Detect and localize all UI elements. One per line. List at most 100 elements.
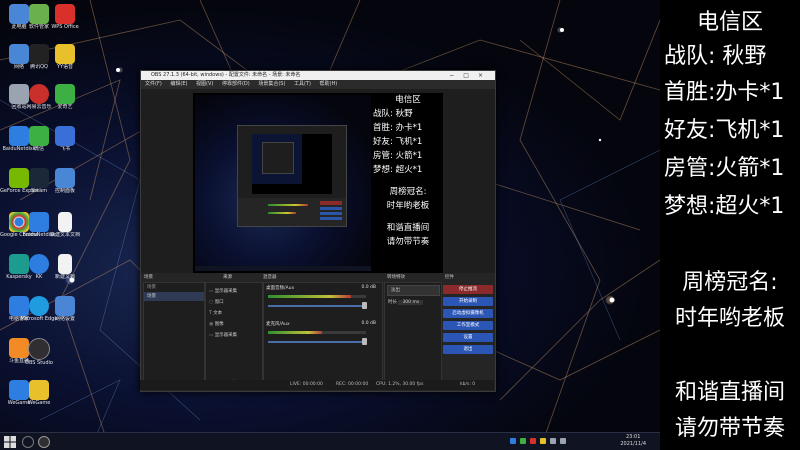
preview-line-6: 梦想: 超火*1 <box>373 165 423 175</box>
network-icon <box>55 296 75 316</box>
overlay-line-1: 电信区 <box>696 10 763 35</box>
preview-nested-obs <box>237 125 347 227</box>
tray-icon-wechat[interactable] <box>520 438 526 444</box>
volume-slider-knob[interactable] <box>362 338 367 345</box>
preview-line-4: 好友: 飞机*1 <box>373 137 423 147</box>
tray-icon-yy[interactable] <box>540 438 546 444</box>
status-cpu: CPU: 1.2%, 30.00 fps <box>376 382 424 387</box>
document-icon <box>58 254 72 274</box>
windows-start-icon[interactable] <box>4 436 16 448</box>
sources-panel: ▭ 显示器采集 ▢ 窗口 T 文本 ▣ 图像 ▭ 显示器采集 + − ⚙ ∧ ∨ <box>205 282 263 389</box>
track-name: 麦克风/Aux <box>266 322 290 327</box>
desktop-icon-wps[interactable]: WPS Office <box>46 4 84 31</box>
status-live: LIVE: 00:00:00 <box>290 382 323 387</box>
menu-tools[interactable]: 工具(T) <box>294 81 311 87</box>
obs-icon[interactable] <box>38 436 50 448</box>
menu-help[interactable]: 帮助(H) <box>320 81 338 87</box>
desktop-icon-iqiyi[interactable]: 爱奇艺 <box>46 84 84 111</box>
scene-item[interactable]: 场景 <box>144 292 204 301</box>
overlay-line-7: 周榜冠名: <box>682 270 778 295</box>
menu-docks[interactable]: 停靠部件(D) <box>222 81 250 87</box>
source-item[interactable]: ▭ 显示器采集 <box>206 331 262 340</box>
mixer-panel: 桌面音频/Aux 0.0 dB 麦克风/Aux 0.0 dB <box>263 282 383 389</box>
preview-line-9: 和谐直播间 <box>386 223 430 233</box>
obs-statusbar: LIVE: 00:00:00 REC: 00:00:00 CPU: 1.2%, … <box>140 380 494 390</box>
exit-button[interactable]: 退出 <box>443 345 493 354</box>
volume-meter-fill <box>268 331 322 334</box>
volume-slider[interactable] <box>268 341 366 343</box>
tray-icon-input[interactable] <box>560 438 566 444</box>
obs-titlebar[interactable]: OBS 27.1.3 (64-bit, windows) - 配置文件: 未命名… <box>141 71 495 80</box>
taskbar: 23:01 2021/11/4 <box>0 432 660 450</box>
bird-icon <box>55 126 75 146</box>
source-item[interactable]: ▣ 图像 <box>206 320 262 329</box>
studio-mode-button[interactable]: 工作室模式 <box>443 321 493 330</box>
sources-dock-header: 来源 <box>223 275 232 280</box>
control-panel-icon <box>55 168 75 188</box>
transitions-dock-header: 转场特效 <box>387 275 405 280</box>
preview-line-5: 房管: 火箭*1 <box>373 151 423 161</box>
volume-slider-knob[interactable] <box>362 302 367 309</box>
duration-row: 时长 300 ms <box>385 298 441 307</box>
search-icon[interactable] <box>22 436 34 448</box>
clock-date: 2021/11/4 <box>620 441 646 447</box>
mixer-track: 麦克风/Aux 0.0 dB <box>264 319 380 357</box>
preview-line-10: 请勿带节奏 <box>386 237 430 247</box>
menu-file[interactable]: 文件(F) <box>145 81 162 87</box>
preview-line-8: 时年哟老板 <box>386 201 430 211</box>
preview-line-1: 电信区 <box>395 95 421 105</box>
overlay-line-2: 战队: 秋野 <box>664 44 767 69</box>
preview-line-2: 战队: 秋野 <box>373 109 413 119</box>
tray-icon-volume[interactable] <box>550 438 556 444</box>
source-item[interactable]: ▭ 显示器采集 <box>206 287 262 296</box>
preview-desktop-capture <box>195 95 371 271</box>
desktop-icon-new-doc[interactable]: 新建文档 <box>46 254 84 281</box>
scenes-dock-header: 场景 <box>144 275 153 280</box>
preview-nested-preview <box>252 134 332 194</box>
mixer-dock-header: 混音器 <box>263 275 277 280</box>
obs-title: OBS 27.1.3 (64-bit, windows) - 配置文件: 未命名… <box>151 72 301 78</box>
menu-scene-collection[interactable]: 场景集合(S) <box>258 81 285 87</box>
yy-icon <box>55 44 75 64</box>
desktop-icon-network-settings[interactable]: 网络设置 <box>46 296 84 323</box>
overlay-line-3: 首胜:办卡*1 <box>664 80 785 105</box>
source-item[interactable]: ▢ 窗口 <box>206 298 262 307</box>
status-rec: REC: 00:00:00 <box>336 382 369 387</box>
desktop-icon-feishu[interactable]: 飞书 <box>46 126 84 153</box>
document-icon <box>58 212 72 232</box>
desktop-icon-yy[interactable]: YY语音 <box>46 44 84 71</box>
taskbar-clock[interactable]: 23:01 2021/11/4 <box>620 434 646 448</box>
desktop-icon-control-panel[interactable]: 控制面板 <box>46 168 84 195</box>
tray-icon-network[interactable] <box>510 438 516 444</box>
track-name: 桌面音频/Aux <box>266 286 295 291</box>
tray-icon-music[interactable] <box>530 438 536 444</box>
overlay-line-9: 和谐直播间 <box>674 380 785 405</box>
track-db: 0.0 dB <box>361 321 376 326</box>
desktop-icon-text-doc[interactable]: 新建文本文档 <box>46 212 84 239</box>
volume-meter <box>268 331 366 334</box>
desktop-icon-wegame[interactable]: WeGame <box>20 380 58 407</box>
preview-line-3: 首胜: 办卡*1 <box>373 123 423 133</box>
stop-streaming-button[interactable]: 停止推流 <box>443 285 493 294</box>
volume-slider[interactable] <box>268 305 366 307</box>
volume-meter-fill <box>268 295 352 298</box>
obs-icon <box>28 338 50 360</box>
source-item[interactable]: T 文本 <box>206 309 262 318</box>
desktop-icon-obs[interactable]: OBS Studio <box>20 338 58 367</box>
wps-icon <box>55 4 75 24</box>
window-controls[interactable]: −□× <box>449 71 492 80</box>
virtual-camera-button[interactable]: 启动虚拟摄像机 <box>443 309 493 318</box>
menu-edit[interactable]: 编辑(E) <box>170 81 187 87</box>
start-recording-button[interactable]: 开始录制 <box>443 297 493 306</box>
game-icon <box>29 380 49 400</box>
duration-label: 时长 <box>388 300 397 305</box>
settings-button[interactable]: 设置 <box>443 333 493 342</box>
overlay-line-5: 房管:火箭*1 <box>664 156 785 181</box>
mixer-track: 桌面音频/Aux 0.0 dB <box>264 283 380 321</box>
duration-input[interactable]: 300 ms <box>398 300 424 305</box>
obs-docks: 场景 来源 混音器 转场特效 控件 场景 场景 + − ∧ ∨ ▭ 显示器采集 … <box>141 273 495 391</box>
menu-view[interactable]: 视图(V) <box>196 81 213 87</box>
clock-time: 23:01 <box>625 434 641 440</box>
transition-select[interactable]: 淡出 <box>387 285 440 296</box>
scenes-panel: 场景 场景 + − ∧ ∨ <box>143 282 205 389</box>
